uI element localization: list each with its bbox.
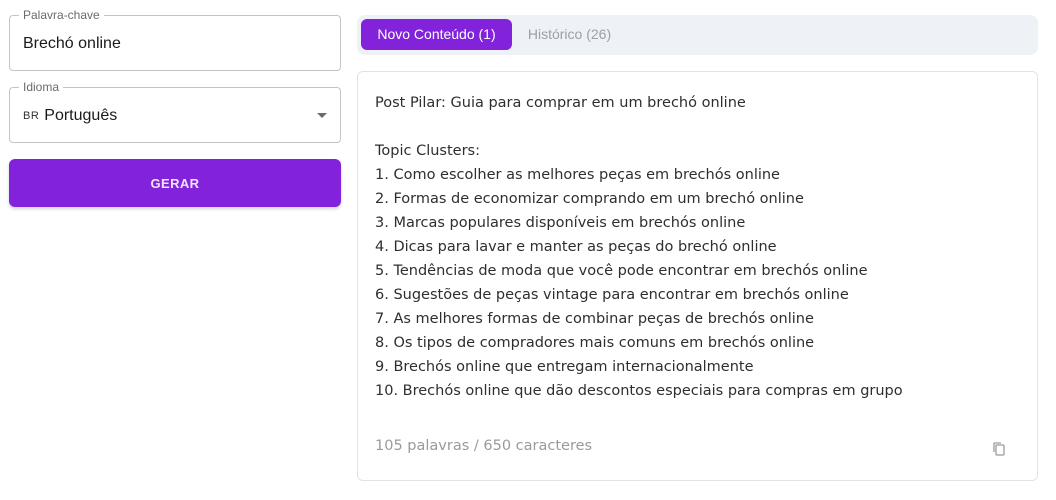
tab-history[interactable]: Histórico (26) [517, 19, 622, 50]
cluster-item: 5. Tendências de moda que você pode enco… [375, 263, 868, 279]
flag-br-icon: BR [23, 110, 40, 122]
cluster-item: 1. Como escolher as melhores peças em br… [375, 167, 780, 183]
keyword-field[interactable]: Palavra-chave Brechó online [9, 8, 341, 71]
generated-content: Post Pilar: Guia para comprar em um brec… [375, 91, 1015, 403]
generate-button[interactable]: GERAR [9, 159, 341, 207]
chevron-down-icon[interactable] [317, 113, 327, 118]
topic-clusters-heading: Topic Clusters: [375, 143, 480, 159]
keyword-field-label: Palavra-chave [19, 8, 104, 22]
language-select-value: BR Português [23, 106, 117, 126]
generated-content-card: Post Pilar: Guia para comprar em um brec… [357, 71, 1038, 481]
keyword-input[interactable]: Brechó online [23, 34, 121, 54]
copy-icon[interactable] [991, 441, 1007, 457]
cluster-item: 4. Dicas para lavar e manter as peças do… [375, 239, 777, 255]
cluster-item: 6. Sugestões de peças vintage para encon… [375, 287, 849, 303]
cluster-item: 3. Marcas populares disponíveis em brech… [375, 215, 746, 231]
cluster-item: 2. Formas de economizar comprando em um … [375, 191, 804, 207]
cluster-item: 8. Os tipos de compradores mais comuns e… [375, 335, 815, 351]
content-tabs: Novo Conteúdo (1) Histórico (26) [357, 15, 1038, 55]
cluster-item: 9. Brechós online que entregam internaci… [375, 359, 754, 375]
cluster-item: 7. As melhores formas de combinar peças … [375, 311, 814, 327]
language-name: Português [44, 107, 118, 124]
language-select[interactable]: Idioma BR Português [9, 80, 341, 143]
cluster-item: 10. Brechós online que dão descontos esp… [375, 383, 903, 399]
tab-new-content[interactable]: Novo Conteúdo (1) [361, 19, 512, 50]
pillar-post-title: Post Pilar: Guia para comprar em um brec… [375, 95, 746, 111]
language-select-label: Idioma [19, 80, 64, 94]
word-character-count: 105 palavras / 650 caracteres [375, 438, 593, 454]
